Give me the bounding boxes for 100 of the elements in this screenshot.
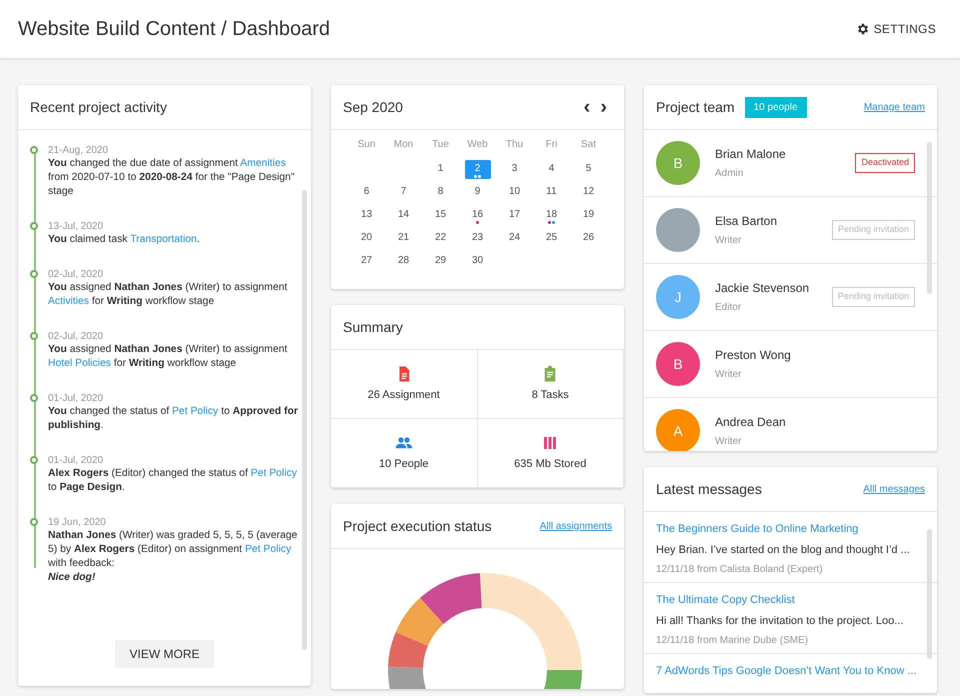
calendar-day[interactable]: 22 — [428, 229, 454, 248]
calendar-day[interactable]: 16 — [464, 206, 490, 225]
previous-month-button[interactable]: ‹ — [578, 97, 596, 117]
calendar-day[interactable]: 6 — [354, 183, 380, 202]
avatar: B — [656, 342, 700, 386]
scrollbar[interactable] — [302, 190, 307, 650]
calendar-day[interactable]: 10 — [502, 183, 528, 202]
activity-date: 01-Jul, 2020 — [48, 454, 104, 467]
card-title: Latest messages — [656, 480, 762, 499]
avatar: J — [656, 275, 700, 319]
timeline-dot — [30, 222, 38, 230]
weekday-label: Sat — [580, 138, 597, 152]
view-more-button[interactable]: VIEW MORE — [115, 640, 214, 668]
timeline-dot — [30, 394, 38, 402]
calendar-day[interactable]: 19 — [576, 206, 602, 225]
avatar: B — [656, 141, 700, 185]
weekday-label: Sun — [356, 138, 376, 152]
member-name: Elsa Barton — [715, 213, 778, 230]
calendar-day[interactable]: 29 — [428, 252, 454, 271]
activity-text: You assigned Nathan Jones (Writer) to assignment Hotel Policies for Writing workflow stage — [48, 343, 288, 371]
calendar-day[interactable]: 3 — [502, 160, 528, 179]
status-badge: Pending invitation — [832, 220, 915, 240]
activity-date: 21-Aug, 2020 — [48, 144, 110, 157]
timeline-dot — [30, 456, 38, 464]
member-name: Preston Wong — [715, 347, 791, 364]
calendar-day[interactable]: 5 — [576, 160, 602, 179]
timeline-dot — [30, 146, 38, 154]
calendar-day[interactable]: 12 — [576, 183, 602, 202]
scrollbar[interactable] — [927, 142, 932, 294]
timeline-dot — [30, 518, 38, 526]
scrollbar[interactable] — [927, 529, 932, 659]
member-role: Writer — [715, 234, 742, 248]
donut-slice — [396, 598, 444, 646]
calendar-day[interactable]: 17 — [502, 206, 528, 225]
calendar-day[interactable]: 18 — [538, 206, 564, 225]
summary-label: 8 Tasks — [532, 388, 569, 403]
card-title: Project team — [656, 98, 735, 117]
calendar-day[interactable]: 7 — [390, 183, 416, 202]
message-preview: Hey Brian. I’ve started on the blog and thought I’d ... — [656, 542, 911, 558]
calendar-day[interactable]: 11 — [538, 183, 564, 202]
activity-date: 19 Jun, 2020 — [48, 516, 107, 529]
calendar-day[interactable]: 30 — [464, 252, 490, 271]
activity-date: 02-Jul, 2020 — [48, 268, 104, 281]
people-count-badge: 10 people — [744, 96, 807, 118]
activity-text: You claimed task Transportation. — [48, 233, 201, 247]
calendar-day[interactable]: 26 — [576, 229, 602, 248]
status-badge: Deactivated — [855, 153, 915, 173]
card-title: Project execution status — [343, 516, 492, 536]
member-role: Writer — [715, 435, 742, 449]
weekday-label: Web — [466, 138, 489, 152]
timeline-dot — [30, 332, 38, 340]
activity-text: Nathan Jones (Writer) was graded 5, 5, 5, 5 (average 5) by Alex Rogers (Editor) on assignment Pet Policy with feedback: Nice dog! — [48, 529, 298, 585]
member-role: Admin — [715, 167, 744, 181]
avatar: A — [656, 409, 700, 451]
weekday-label: Tue — [431, 138, 450, 152]
calendar-day[interactable]: 13 — [354, 206, 380, 225]
calendar-day[interactable]: 27 — [354, 252, 380, 271]
settings-icon — [856, 22, 870, 36]
summary-label: 26 Assignment — [368, 388, 440, 403]
calendar-day[interactable]: 4 — [538, 160, 564, 179]
member-name: Brian Malone — [715, 146, 786, 163]
activity-text: You assigned Nathan Jones (Writer) to assignment Activities for Writing workflow stage — [48, 281, 288, 309]
calendar-day[interactable]: 1 — [428, 160, 454, 179]
card-title: Recent project activity — [30, 98, 167, 117]
summary-label: 635 Mb Stored — [514, 456, 586, 472]
member-name: Andrea Dean — [715, 414, 786, 431]
summary-label: 10 People — [378, 456, 429, 472]
activity-text: You changed the status of Pet Policy to Approved for publishing. — [48, 405, 299, 433]
calendar-day[interactable]: 25 — [538, 229, 564, 248]
message-meta: 12/11/18 from Marine Dube (SME) — [656, 634, 810, 648]
timeline-dot — [30, 270, 38, 278]
activity-date: 02-Jul, 2020 — [48, 330, 104, 343]
photo-placeholder — [656, 208, 700, 252]
activity-date: 13-Jul, 2020 — [48, 220, 104, 233]
calendar-day[interactable]: 8 — [428, 183, 454, 202]
settings-button[interactable]: SETTINGS — [850, 16, 942, 42]
weekday-label: Mon — [392, 138, 414, 152]
member-role: Editor — [715, 301, 742, 315]
message-preview: Hi all! Thanks for the invitation to the project. Loo... — [656, 614, 904, 628]
activity-text: You changed the due date of assignment Amenities from 2020-07-10 to 2020-08-24 for the "Page Design" stage — [48, 157, 296, 199]
calendar-day[interactable]: 20 — [354, 229, 380, 248]
calendar-day[interactable]: 28 — [390, 252, 416, 271]
calendar-day[interactable]: 14 — [390, 206, 416, 225]
card-title: Sep 2020 — [343, 98, 403, 117]
status-badge: Pending invitation — [832, 287, 915, 307]
calendar-day[interactable]: 23 — [464, 229, 490, 248]
activity-date: 01-Jul, 2020 — [48, 392, 104, 405]
message-meta: 12/11/18 from Calista Boland (Expert) — [656, 563, 824, 577]
page-title: Website Build Content / Dashboard — [18, 17, 330, 42]
weekday-label: Fri — [544, 138, 558, 152]
activity-text: Alex Rogers (Editor) changed the status of Pet Policy to Page Design. — [48, 467, 298, 495]
weekday-label: Thu — [504, 138, 524, 152]
calendar-day[interactable]: 24 — [502, 229, 528, 248]
next-month-button[interactable]: › — [595, 97, 612, 117]
calendar-day[interactable]: 21 — [390, 229, 416, 248]
calendar-day[interactable]: 9 — [464, 183, 490, 202]
calendar-day[interactable]: 15 — [428, 206, 454, 225]
card-title: Summary — [343, 318, 403, 337]
member-role: Writer — [715, 368, 742, 382]
member-name: Jackie Stevenson — [715, 280, 810, 297]
